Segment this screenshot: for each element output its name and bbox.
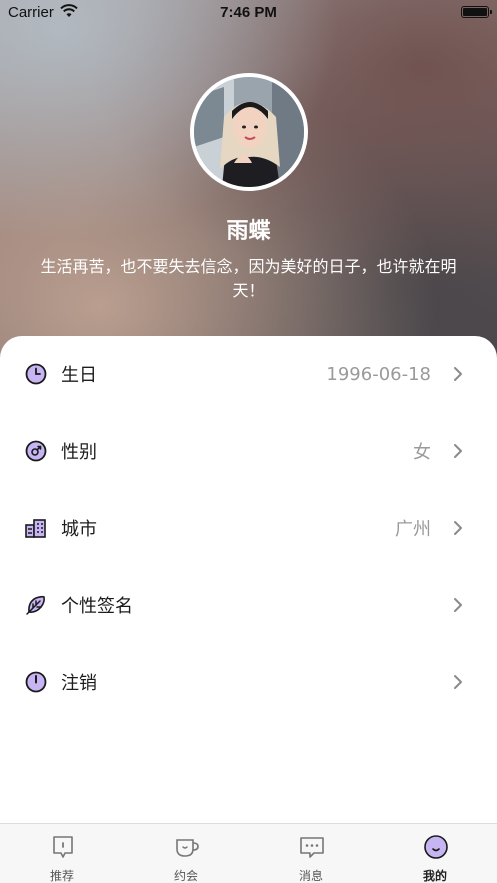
settings-row-gender[interactable]: 性别 女 bbox=[0, 421, 497, 481]
settings-card: 生日 1996-06-18 性别 女 城市 广州 个性签名 注销 bbox=[0, 336, 497, 826]
power-icon bbox=[25, 671, 47, 693]
tab-bar: 推荐 约会 消息 我的 bbox=[0, 823, 497, 883]
settings-row-value: 1996-06-18 bbox=[326, 363, 431, 385]
cup-icon bbox=[176, 839, 199, 857]
tab-dating[interactable]: 约会 bbox=[136, 824, 236, 883]
tab-label: 我的 bbox=[422, 869, 447, 883]
settings-row-value: 广州 bbox=[395, 519, 431, 540]
profile-bio: 生活再苦，也不要失去信念，因为美好的日子，也许就在明天！ bbox=[40, 257, 457, 300]
clock-icon bbox=[25, 363, 47, 385]
chevron-right-icon bbox=[454, 367, 462, 381]
card-icon bbox=[53, 836, 73, 858]
settings-row-city[interactable]: 城市 广州 bbox=[0, 498, 497, 558]
chevron-right-icon bbox=[454, 521, 462, 535]
profile-name: 雨蝶 bbox=[226, 219, 271, 244]
battery-icon bbox=[461, 6, 492, 18]
settings-row-label: 城市 bbox=[61, 519, 97, 540]
status-bar: Carrier 7:46 PM bbox=[0, 0, 497, 26]
settings-row-value: 女 bbox=[413, 442, 431, 463]
leaf-icon bbox=[26, 595, 45, 615]
tab-label: 约会 bbox=[173, 869, 198, 883]
settings-row-label: 性别 bbox=[61, 442, 97, 463]
settings-row-signature[interactable]: 个性签名 bbox=[0, 575, 497, 635]
chevron-right-icon bbox=[454, 598, 462, 612]
tab-label: 推荐 bbox=[49, 869, 74, 883]
settings-row-birthday[interactable]: 生日 1996-06-18 bbox=[0, 344, 497, 404]
tab-mine[interactable]: 我的 bbox=[385, 824, 485, 883]
gender-icon bbox=[25, 440, 47, 462]
tab-messages[interactable]: 消息 bbox=[261, 824, 361, 883]
settings-row-label: 注销 bbox=[61, 673, 97, 694]
avatar-photo bbox=[194, 77, 304, 187]
chat-bubble-icon bbox=[300, 837, 324, 858]
avatar[interactable] bbox=[190, 73, 308, 191]
chevron-right-icon bbox=[454, 675, 462, 689]
tab-label: 消息 bbox=[298, 869, 323, 883]
settings-row-label: 生日 bbox=[61, 365, 97, 386]
clock-time: 7:46 PM bbox=[220, 4, 277, 21]
city-buildings-icon bbox=[25, 519, 46, 538]
chevron-right-icon bbox=[454, 444, 462, 458]
settings-row-label: 个性签名 bbox=[61, 596, 133, 617]
tab-recommend[interactable]: 推荐 bbox=[12, 824, 112, 883]
settings-row-logout[interactable]: 注销 bbox=[0, 652, 497, 712]
smiley-icon bbox=[424, 835, 448, 859]
